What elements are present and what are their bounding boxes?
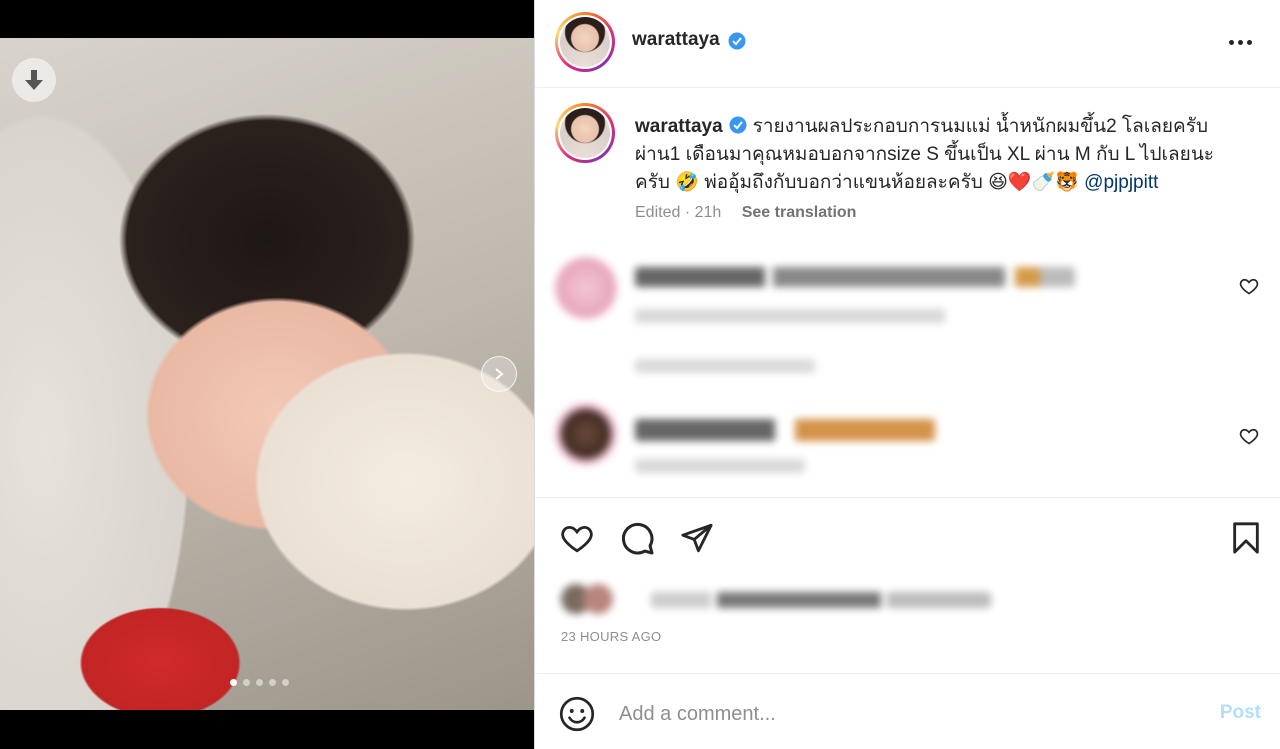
comments-section: warattaya รายงานผลประกอบการนมแม่ น้ำหนักผ… bbox=[535, 89, 1280, 497]
post-button[interactable]: Post bbox=[1220, 702, 1261, 724]
caption-avatar[interactable] bbox=[555, 103, 615, 163]
comment-input[interactable] bbox=[619, 696, 1179, 732]
caption-meta: Edited · 21h See translation bbox=[635, 204, 856, 222]
download-icon bbox=[25, 70, 43, 90]
blurred-comment bbox=[555, 257, 1205, 327]
caption-mention[interactable]: @pjpjpitt bbox=[1084, 172, 1158, 193]
emoji-icon[interactable] bbox=[559, 696, 595, 732]
carousel-dots bbox=[230, 679, 289, 686]
post-timestamp: 23 HOURS AGO bbox=[561, 629, 662, 644]
next-arrow-icon bbox=[495, 368, 504, 380]
caption-username[interactable]: warattaya bbox=[635, 116, 723, 137]
blurred-comment bbox=[555, 403, 1205, 473]
liked-by-blurred bbox=[561, 582, 1161, 618]
blurred-view-replies bbox=[555, 359, 1205, 375]
edited-time: Edited · 21h bbox=[635, 204, 722, 221]
comment-icon bbox=[621, 522, 654, 555]
carousel-dot[interactable] bbox=[243, 679, 250, 686]
post-photo[interactable] bbox=[0, 38, 534, 710]
avatar[interactable] bbox=[555, 12, 615, 72]
heart-icon bbox=[561, 525, 593, 553]
comment-button[interactable] bbox=[619, 520, 655, 556]
like-button[interactable] bbox=[559, 520, 595, 556]
carousel-dot[interactable] bbox=[256, 679, 263, 686]
share-button[interactable] bbox=[679, 520, 715, 556]
save-icon bbox=[1233, 522, 1259, 554]
share-icon bbox=[681, 523, 713, 553]
save-button[interactable] bbox=[1228, 520, 1264, 556]
verified-icon bbox=[729, 116, 747, 134]
post-caption: warattaya รายงานผลประกอบการนมแม่ น้ำหนักผ… bbox=[635, 113, 1245, 197]
heart-icon[interactable] bbox=[1239, 426, 1259, 446]
action-bar bbox=[535, 497, 1280, 577]
carousel-dot[interactable] bbox=[282, 679, 289, 686]
more-options-icon[interactable] bbox=[1229, 32, 1255, 52]
download-button[interactable] bbox=[12, 58, 56, 102]
heart-icon[interactable] bbox=[1239, 276, 1259, 296]
post-side-panel: warattaya warattaya รายงานผลประกอบการนมแม… bbox=[534, 0, 1280, 749]
see-translation-button[interactable]: See translation bbox=[742, 204, 857, 221]
next-photo-button[interactable] bbox=[481, 356, 517, 392]
add-comment-bar: Post bbox=[535, 673, 1280, 749]
carousel-dot[interactable] bbox=[269, 679, 276, 686]
media-pane bbox=[0, 0, 534, 749]
post-header: warattaya bbox=[535, 0, 1280, 88]
header-username[interactable]: warattaya bbox=[632, 29, 720, 50]
verified-icon bbox=[728, 32, 746, 50]
carousel-dot[interactable] bbox=[230, 679, 237, 686]
